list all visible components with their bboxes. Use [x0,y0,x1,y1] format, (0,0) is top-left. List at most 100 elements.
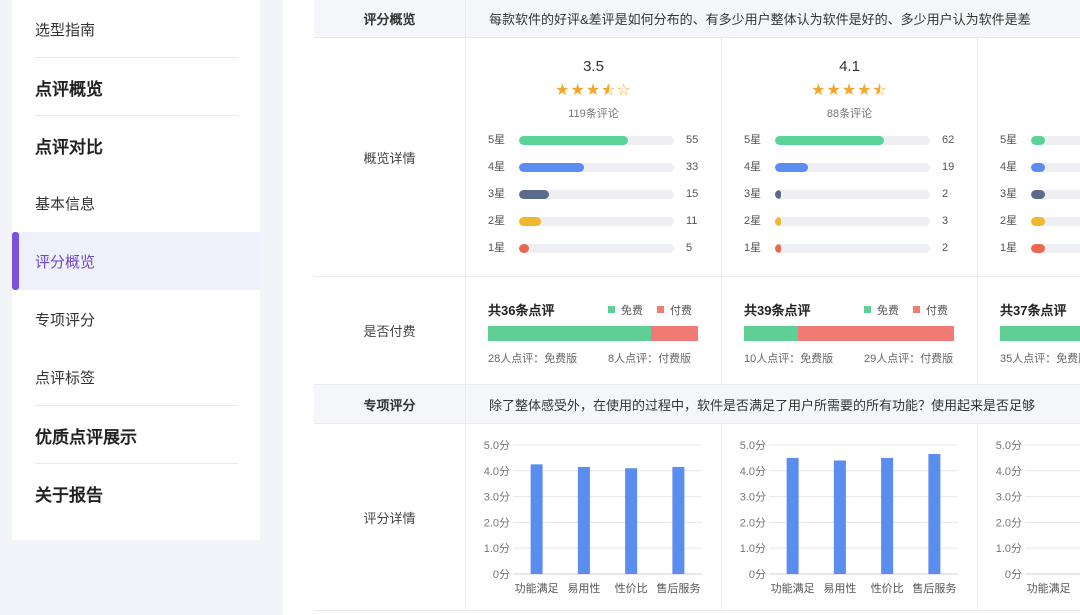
x-axis-tick-label: 易用性 [567,581,600,595]
chart-bar [786,457,799,574]
y-axis-tick-label: 3.0分 [484,491,510,504]
overview-detail-row: 概览详情 3.5★★★★☆☆119条评论5星554星333星152星111星54… [314,38,1080,277]
product-payment-cell: 共36条点评 免费 付费 28人点评：免费版 8人点评：付费版 [466,277,722,384]
rating-overview-header-row: 评分概览 每款软件的好评&差评是如何分布的、有多少用户整体认为软件是好的、多少用… [314,0,1080,38]
chart-bar [530,464,543,574]
chart-bar [833,460,846,574]
product-detail-chart-cell: 0分1.0分2.0分3.0分4.0分5.0分功能满足易用性性价比售后服务 [978,424,1080,610]
y-axis-tick-label: 3.0分 [740,491,766,504]
rating-bar-row: 2星 3 [744,215,959,227]
y-axis-tick-label: 2.0分 [740,516,766,529]
chart-bar [625,468,638,574]
chart-bar [672,466,685,574]
payment-ratio-bar [488,326,698,341]
rating-bar-fill [519,244,529,253]
star-full-icon: ★ [570,82,586,99]
rating-bar-label: 3星 [744,188,762,200]
rating-bar-track [775,217,930,226]
nav-item-rating-overview[interactable]: 评分概览 [12,232,260,290]
rating-detail-label: 评分详情 [314,424,466,610]
payment-label: 是否付费 [314,277,466,384]
rating-bar-count: 19 [942,161,955,173]
rating-bar-row: 1星 [1000,242,1080,254]
payment-legend: 免费 付费 [864,302,948,318]
nav-item-guide[interactable]: 选型指南 [12,0,260,58]
y-axis-tick-label: 3.0分 [996,491,1022,504]
special-rating-bar-chart: 0分 1.0分 2.0分 3.0分 4.0分 5.0分功能满足易用性 性价比售后服务 [740,439,958,595]
rating-overview-description: 每款软件的好评&差评是如何分布的、有多少用户整体认为软件是好的、多少用户认为软件… [489,12,1031,27]
y-axis-tick-label: 1.0分 [996,542,1022,555]
rating-bar-row: 4星 [1000,161,1080,173]
average-score: 4.1 [839,58,860,75]
chart-bar [577,466,590,574]
star-rating: ★★★★★☆ [722,80,977,100]
payment-total: 共39条点评 [744,303,811,318]
rating-bar-fill [1031,190,1045,199]
star-full-icon: ★ [585,82,602,99]
rating-bar-fill [1031,136,1045,145]
rating-detail-row: 评分详情 0分 1.0分 2.0分 3.0分 4.0分 5.0分 功能满足 易用性 性价比 售后服… [314,424,1080,611]
payment-row: 是否付费 共36条点评 免费 付费 28人点评：免费版 8人点评：付费版 共39条点评 免费… [314,277,1080,385]
rating-bar-count: 11 [686,215,698,227]
star-full-icon: ★ [841,82,858,99]
average-score: 3.5 [583,58,604,75]
special-rating-description: 除了整体感受外，在使用的过程中，软件是否满足了用户所需要的所有功能？使用起来是否… [489,397,1036,413]
x-axis-tick-label: 功能满足 [515,581,559,595]
payment-ratio-bar [1000,326,1080,341]
rating-bar-fill [775,163,809,172]
payment-total: 共37条点评 [1000,303,1067,318]
payment-free-segment [1000,326,1080,341]
y-axis-tick-label: 1.0分 [740,542,766,555]
payment-paid-segment [651,326,698,341]
rating-bar-track [519,136,674,145]
product-payment-cell: 共37条点评免费付费35人点评：免费版 [978,277,1080,384]
special-rating-header-row: 专项评分 除了整体感受外，在使用的过程中，软件是否满足了用户所需要的所有功能？使… [314,385,1080,424]
nav-item-review-tags[interactable]: 点评标签 [12,348,260,406]
overview-detail-label: 概览详情 [314,38,466,276]
legend-free-label: 免费 [877,305,899,317]
rating-bar-count: 62 [942,134,955,146]
x-axis-tick-label: 性价比 [871,581,904,595]
product-detail-chart-cell: 0分1.0分2.0分3.0分4.0分5.0分功能满足易用性性价比售后服务 [722,424,978,610]
nav-item-review-overview[interactable]: 点评概览 [12,58,260,116]
x-axis-tick-label: 售后服务 [656,581,700,595]
rating-bar-track [519,190,674,199]
product-rating-cell: 5星 4星 3星 2星 1星 [978,38,1080,276]
payment-free-segment [488,326,652,341]
nav-item-review-compare[interactable]: 点评对比 [12,116,260,174]
nav-item-basic-info[interactable]: 基本信息 [12,174,260,232]
payment-free-note: 10人点评：免费版 [744,353,834,365]
star-full-icon: ★ [811,82,827,99]
rating-bar-track [775,244,930,253]
rating-bar-track [1031,217,1080,226]
rating-bar-label: 1星 [488,242,506,254]
nav-item-quality-reviews[interactable]: 优质点评展示 [12,406,260,464]
rating-bar-label: 2星 [1000,215,1018,227]
rating-bar-label: 4星 [488,161,506,173]
rating-bar-row: 5星 55 [488,134,703,146]
rating-bar-label: 5星 [744,134,762,146]
rating-bar-label: 5星 [1000,134,1018,146]
nav-item-about-report[interactable]: 关于报告 [12,464,260,522]
rating-bar-row: 1星 2 [744,242,959,254]
x-axis-tick-label: 功能满足 [771,581,815,595]
star-half-icon: ★☆ [601,82,617,99]
y-axis-tick-label: 4.0分 [484,465,510,478]
y-axis-tick-label: 2.0分 [484,516,510,529]
special-rating-heading: 专项评分 [314,385,466,423]
product-rating-cell: 4.1★★★★★☆88条评论5星624星193星22星31星2 [722,38,978,276]
payment-free-note: 35人点评：免费版 [1000,353,1080,365]
rating-bar-count: 2 [942,188,949,200]
rating-bar-track [1031,244,1080,253]
rating-bar-count: 55 [686,134,699,146]
nav-item-special-rating[interactable]: 专项评分 [12,290,260,348]
rating-bar-track [519,163,674,172]
y-axis-tick-label: 1.0分 [484,542,510,555]
star-half-icon: ★☆ [872,82,888,99]
rating-bar-fill [775,217,781,226]
rating-bar-row: 5星 62 [744,134,959,146]
payment-free-note: 28人点评：免费版 [488,353,578,365]
star-empty-icon: ☆ [616,82,632,99]
payment-legend: 免费 付费 [608,302,692,318]
rating-bar-label: 2星 [744,215,762,227]
